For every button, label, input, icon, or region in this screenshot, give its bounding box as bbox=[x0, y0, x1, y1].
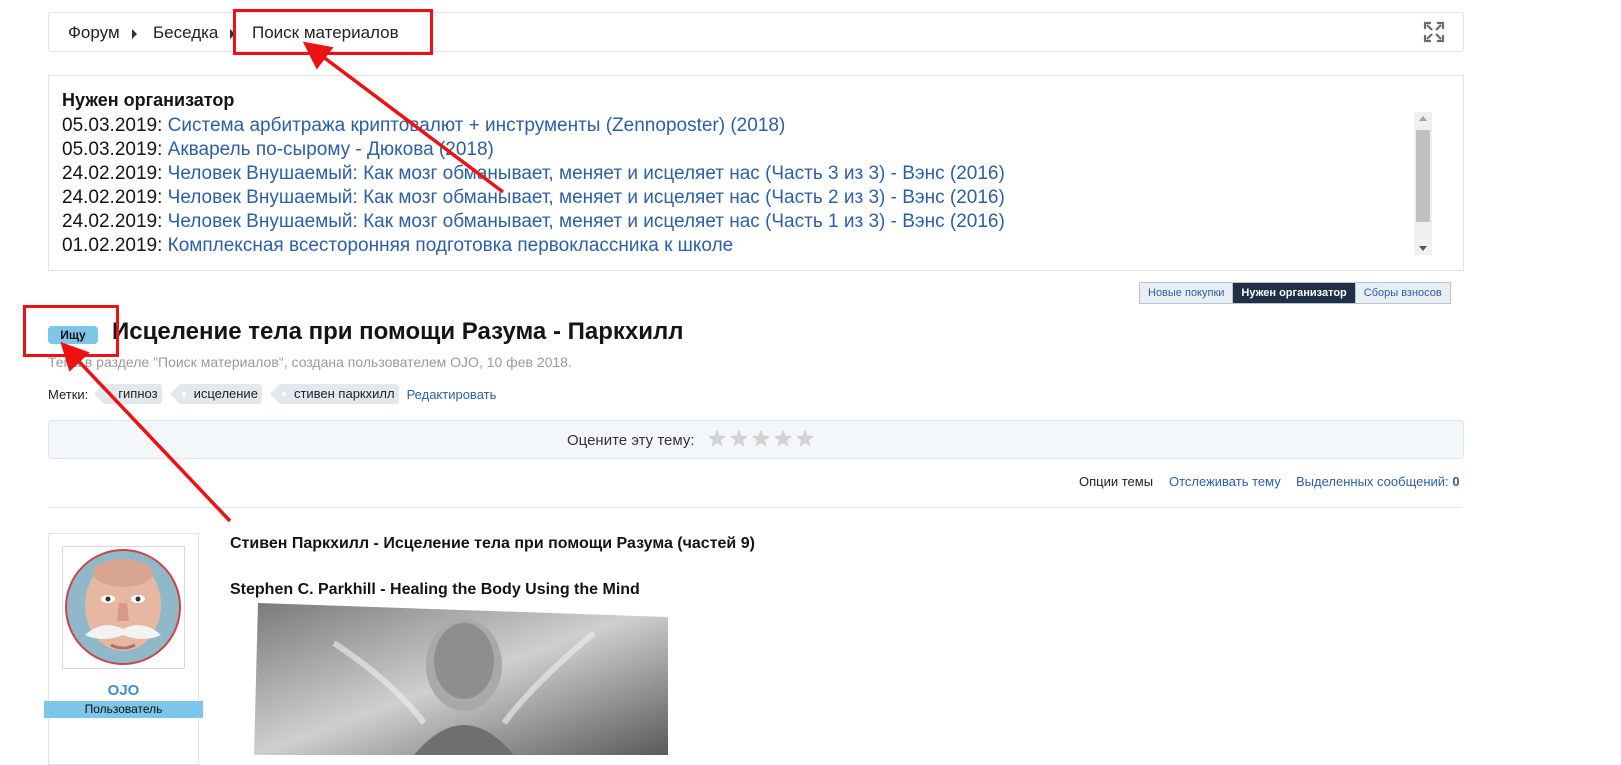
post-user-info: OJO Пользователь bbox=[44, 533, 203, 765]
selected-messages-label[interactable]: Выделенных сообщений: bbox=[1296, 474, 1449, 489]
star-icon[interactable]: ★ bbox=[750, 426, 772, 452]
avatar-image bbox=[65, 549, 181, 665]
scrollbar-thumb[interactable] bbox=[1416, 130, 1430, 222]
watch-thread-link[interactable]: Отслеживать тему bbox=[1169, 474, 1281, 489]
post-heading: Стивен Паркхилл - Исцеление тела при пом… bbox=[230, 535, 755, 552]
tags-label: Метки: bbox=[48, 386, 89, 402]
list-item: 24.02.2019: Человек Внушаемый: Как мозг … bbox=[62, 163, 1005, 184]
breadcrumb-item-besedka[interactable]: Беседка bbox=[153, 23, 218, 43]
rating-label: Оцените эту тему: bbox=[567, 432, 695, 449]
selected-messages-count: 0 bbox=[1452, 474, 1460, 489]
annotation-box-breadcrumb bbox=[233, 9, 433, 55]
ticker-link[interactable]: Человек Внушаемый: Как мозг обманывает, … bbox=[168, 163, 1005, 184]
list-item: 01.02.2019: Комплексная всесторонняя под… bbox=[62, 235, 734, 256]
star-icon[interactable]: ★ bbox=[706, 426, 728, 452]
list-item: 24.02.2019: Человек Внушаемый: Как мозг … bbox=[62, 187, 1005, 208]
ticker-link[interactable]: Акварель по-сырому - Дюкова (2018) bbox=[168, 139, 494, 160]
ticker-link[interactable]: Система арбитража криптовалют + инструме… bbox=[168, 115, 786, 136]
tab-fundraising[interactable]: Сборы взносов bbox=[1355, 283, 1450, 303]
ticker-link[interactable]: Человек Внушаемый: Как мозг обманывает, … bbox=[168, 187, 1005, 208]
scrollbar[interactable] bbox=[1414, 112, 1432, 255]
list-item: 05.03.2019: Система арбитража криптовалю… bbox=[62, 115, 786, 136]
scroll-up-icon[interactable] bbox=[1419, 116, 1427, 121]
tag-item[interactable]: исцеление bbox=[169, 384, 262, 404]
list-item: 24.02.2019: Человек Внушаемый: Как мозг … bbox=[62, 211, 1005, 232]
annotation-box-prefix bbox=[23, 305, 119, 357]
breadcrumb-item-forum[interactable]: Форум bbox=[68, 23, 120, 43]
chevron-right-icon bbox=[132, 29, 137, 39]
ticker-list: 05.03.2019: Система арбитража криптовалю… bbox=[62, 114, 1005, 258]
scroll-down-icon[interactable] bbox=[1419, 246, 1427, 251]
ticker-link[interactable]: Человек Внушаемый: Как мозг обманывает, … bbox=[168, 211, 1005, 232]
username[interactable]: OJO bbox=[49, 682, 198, 699]
tags-row: Метки: гипноз исцеление стивен паркхилл … bbox=[48, 384, 496, 404]
avatar[interactable] bbox=[62, 546, 185, 669]
tab-organizer-needed[interactable]: Нужен организатор bbox=[1233, 283, 1356, 303]
organizer-needed-box: Нужен организатор 05.03.2019: Система ар… bbox=[48, 75, 1464, 271]
tag-item[interactable]: гипноз bbox=[94, 384, 162, 404]
thread-options-button[interactable]: Опции темы bbox=[1079, 474, 1153, 489]
page-title: Исцеление тела при помощи Разума - Паркх… bbox=[112, 318, 684, 345]
selected-messages[interactable]: Выделенных сообщений: 0 bbox=[1296, 474, 1460, 489]
post-subheading: Stephen C. Parkhill - Healing the Body U… bbox=[230, 581, 640, 598]
edit-tags-link[interactable]: Редактировать bbox=[407, 387, 497, 402]
list-item: 05.03.2019: Акварель по-сырому - Дюкова … bbox=[62, 139, 494, 160]
ticker-tabs: Новые покупки Нужен организатор Сборы вз… bbox=[1139, 282, 1451, 304]
ticker-title: Нужен организатор bbox=[62, 90, 235, 110]
thread-meta: Тема в разделе "Поиск материалов", созда… bbox=[48, 354, 572, 370]
ticker-link[interactable]: Комплексная всесторонняя подготовка перв… bbox=[168, 235, 734, 256]
tab-new-purchases[interactable]: Новые покупки bbox=[1140, 283, 1234, 303]
post-image bbox=[254, 603, 668, 755]
divider bbox=[48, 507, 1462, 508]
star-icon[interactable]: ★ bbox=[728, 426, 750, 452]
rating-bar: Оцените эту тему: ★ ★ ★ ★ ★ bbox=[48, 420, 1464, 459]
user-title-banner: Пользователь bbox=[44, 701, 203, 718]
star-rating[interactable]: ★ ★ ★ ★ ★ bbox=[706, 426, 816, 452]
expand-icon[interactable] bbox=[1423, 21, 1445, 43]
star-icon[interactable]: ★ bbox=[772, 426, 794, 452]
tag-item[interactable]: стивен паркхилл bbox=[269, 384, 399, 404]
star-icon[interactable]: ★ bbox=[794, 426, 816, 452]
